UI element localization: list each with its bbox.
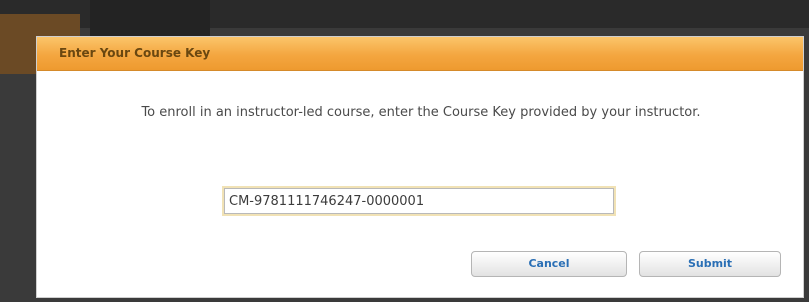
backdrop-accent [90, 0, 210, 40]
cancel-button[interactable]: Cancel [471, 251, 627, 277]
dialog-header: Enter Your Course Key [37, 37, 803, 71]
course-key-dialog: Enter Your Course Key To enroll in an in… [36, 36, 804, 298]
submit-button[interactable]: Submit [639, 251, 781, 277]
dialog-message: To enroll in an instructor-led course, e… [141, 105, 701, 120]
dialog-title: Enter Your Course Key [59, 46, 211, 60]
course-key-input[interactable] [224, 188, 614, 214]
